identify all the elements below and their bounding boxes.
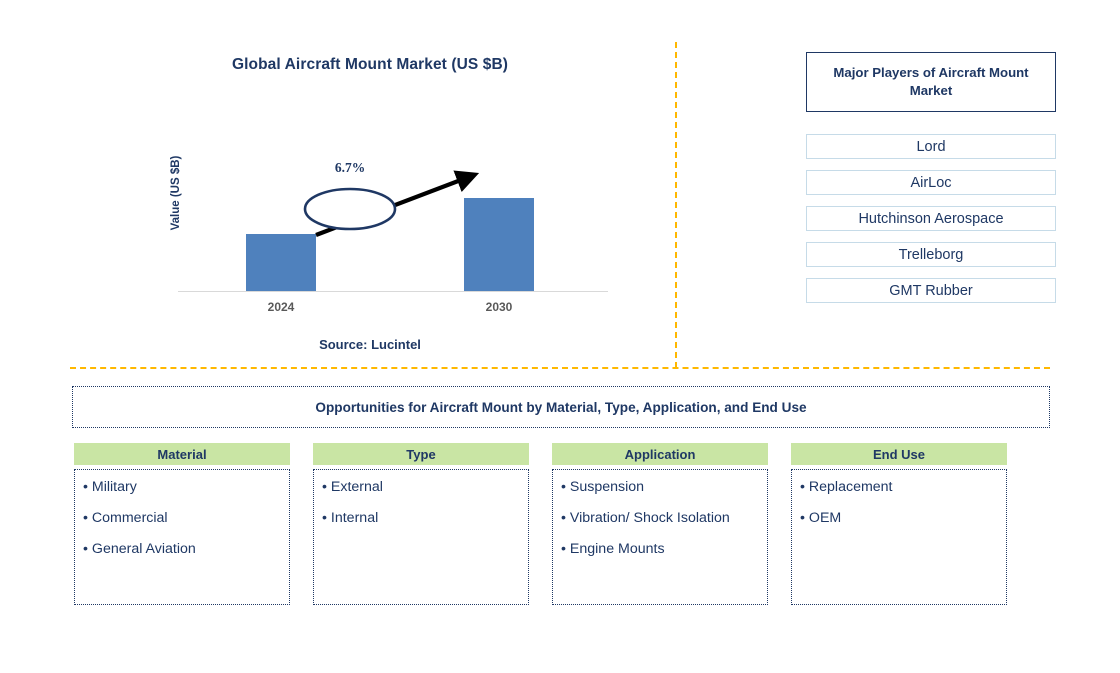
player-item-airloc[interactable]: AirLoc [806, 170, 1056, 195]
column-end-use: End Use • Replacement • OEM [791, 443, 1007, 605]
major-players-header: Major Players of Aircraft Mount Market [806, 52, 1056, 112]
horizontal-divider [70, 367, 1050, 369]
player-item-lord[interactable]: Lord [806, 134, 1056, 159]
column-body-end-use: • Replacement • OEM [791, 469, 1007, 605]
chart-title: Global Aircraft Mount Market (US $B) [231, 56, 509, 73]
list-item: • Replacement [800, 479, 893, 495]
major-players-panel: Major Players of Aircraft Mount Market L… [806, 52, 1056, 303]
column-application: Application • Suspension • Vibration/ Sh… [552, 443, 768, 605]
list-item: • General Aviation [83, 540, 196, 557]
player-item-gmt-rubber[interactable]: GMT Rubber [806, 278, 1056, 303]
vertical-divider [675, 42, 677, 368]
player-item-hutchinson-aerospace[interactable]: Hutchinson Aerospace [806, 206, 1056, 231]
column-body-application: • Suspension • Vibration/ Shock Isolatio… [552, 469, 768, 605]
opportunity-columns: Material • Military • Commercial • Gener… [74, 443, 1052, 605]
player-item-trelleborg[interactable]: Trelleborg [806, 242, 1056, 267]
opportunities-banner: Opportunities for Aircraft Mount by Mate… [72, 386, 1050, 428]
column-header-material: Material [74, 443, 290, 465]
column-material: Material • Military • Commercial • Gener… [74, 443, 290, 605]
chart-plot-area: Value (US $B) 2024 2030 6.7% [170, 129, 608, 314]
cagr-label: 6.7% [334, 160, 366, 175]
list-item: • Commercial [83, 509, 168, 526]
list-item: • External [322, 479, 383, 495]
column-body-type: • External • Internal [313, 469, 529, 605]
list-item: • Engine Mounts [561, 540, 665, 557]
column-header-application: Application [552, 443, 768, 465]
column-header-end-use: End Use [791, 443, 1007, 465]
column-header-type: Type [313, 443, 529, 465]
list-item: • Internal [322, 509, 379, 526]
growth-arrow-graphic [303, 170, 480, 237]
market-chart-panel: Global Aircraft Mount Market (US $B) Val… [70, 44, 670, 364]
list-item: • Military [83, 479, 137, 495]
column-type: Type • External • Internal [313, 443, 529, 605]
list-item: • OEM [800, 509, 842, 526]
list-item: • Vibration/ Shock Isolation [561, 509, 730, 526]
list-item: • Suspension [561, 479, 645, 495]
column-body-material: • Military • Commercial • General Aviati… [74, 469, 290, 605]
source-label: Source: Lucintel [319, 337, 421, 352]
